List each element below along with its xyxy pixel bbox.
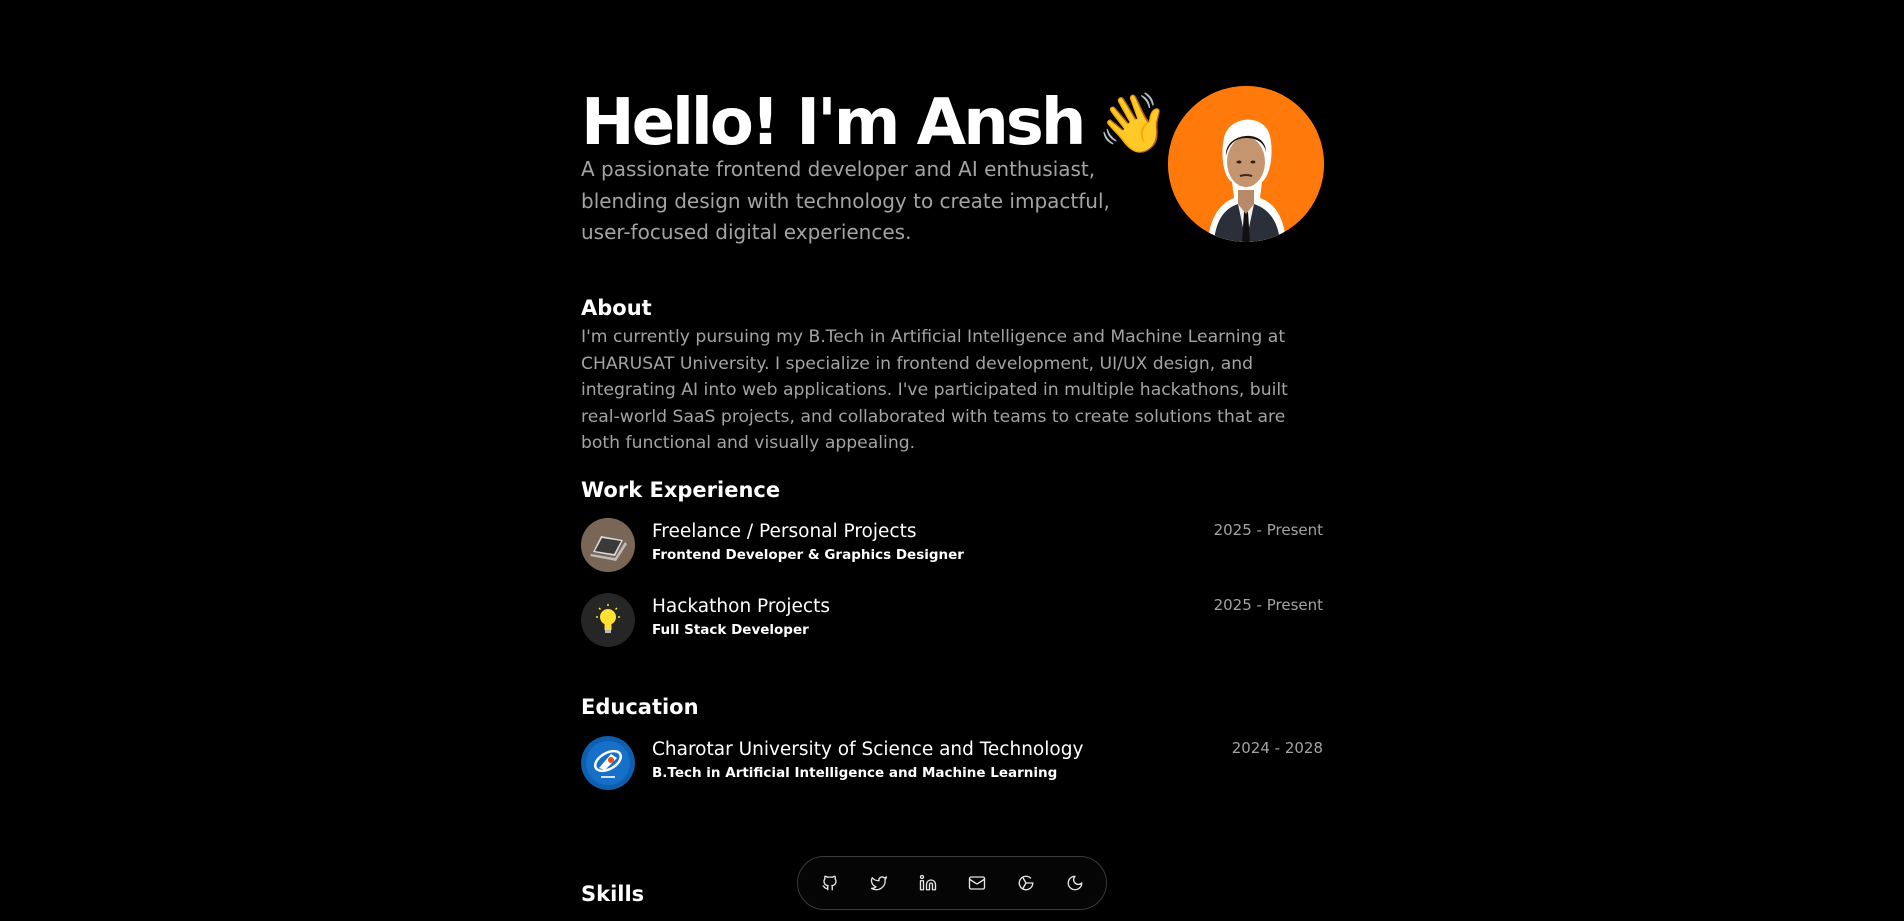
moon-icon — [1067, 875, 1082, 891]
page: Hello! I'm Ansh 👋 A passionate frontend d… — [0, 0, 1904, 921]
laptop-icon — [581, 518, 635, 572]
work-item-period: 2025 - Present — [1213, 521, 1323, 539]
work-item-title: Hackathon Projects — [652, 596, 830, 617]
hero-title: Hello! I'm Ansh 👋 — [581, 86, 1170, 160]
education-item-title: Charotar University of Science and Techn… — [652, 739, 1084, 760]
avatar — [1168, 86, 1324, 242]
lightbulb-icon — [581, 593, 635, 647]
education-item-charusat[interactable]: Charotar University of Science and Techn… — [581, 736, 1323, 792]
theme-toggle-button[interactable] — [1057, 865, 1093, 901]
chrome-icon — [1018, 875, 1033, 891]
work-item-hackathon[interactable]: Hackathon Projects Full Stack Developer … — [581, 593, 1323, 649]
linkedin-icon — [919, 874, 936, 891]
chrome-button[interactable] — [1008, 865, 1044, 901]
hero-section: Hello! I'm Ansh 👋 A passionate frontend d… — [581, 0, 1324, 260]
work-item-freelance[interactable]: Freelance / Personal Projects Frontend D… — [581, 518, 1323, 574]
work-item-role: Full Stack Developer — [652, 622, 809, 638]
about-heading: About — [581, 296, 652, 320]
wave-emoji: 👋 — [1097, 89, 1170, 157]
hero-title-text: Hello! I'm Ansh — [581, 86, 1086, 160]
mail-button[interactable] — [959, 865, 995, 901]
linkedin-button[interactable] — [910, 865, 946, 901]
work-item-title: Freelance / Personal Projects — [652, 521, 917, 542]
github-button[interactable] — [812, 865, 848, 901]
avatar-portrait — [1168, 86, 1324, 242]
education-item-period: 2024 - 2028 — [1231, 739, 1323, 757]
work-heading: Work Experience — [581, 478, 781, 502]
hero-subtitle: A passionate frontend developer and AI e… — [581, 157, 1110, 244]
social-dock — [797, 856, 1107, 910]
twitter-icon — [870, 876, 887, 891]
main-content: Hello! I'm Ansh 👋 A passionate frontend d… — [581, 0, 1324, 906]
skills-heading: Skills — [581, 882, 645, 906]
work-item-role: Frontend Developer & Graphics Designer — [652, 547, 964, 563]
work-item-period: 2025 - Present — [1213, 596, 1323, 614]
about-text: I'm currently pursuing my B.Tech in Arti… — [581, 327, 1288, 453]
twitter-button[interactable] — [861, 865, 897, 901]
education-heading: Education — [581, 695, 699, 719]
github-icon — [822, 875, 837, 891]
university-logo — [581, 736, 635, 790]
education-item-degree: B.Tech in Artificial Intelligence and Ma… — [652, 765, 1058, 781]
mail-icon — [968, 876, 985, 890]
